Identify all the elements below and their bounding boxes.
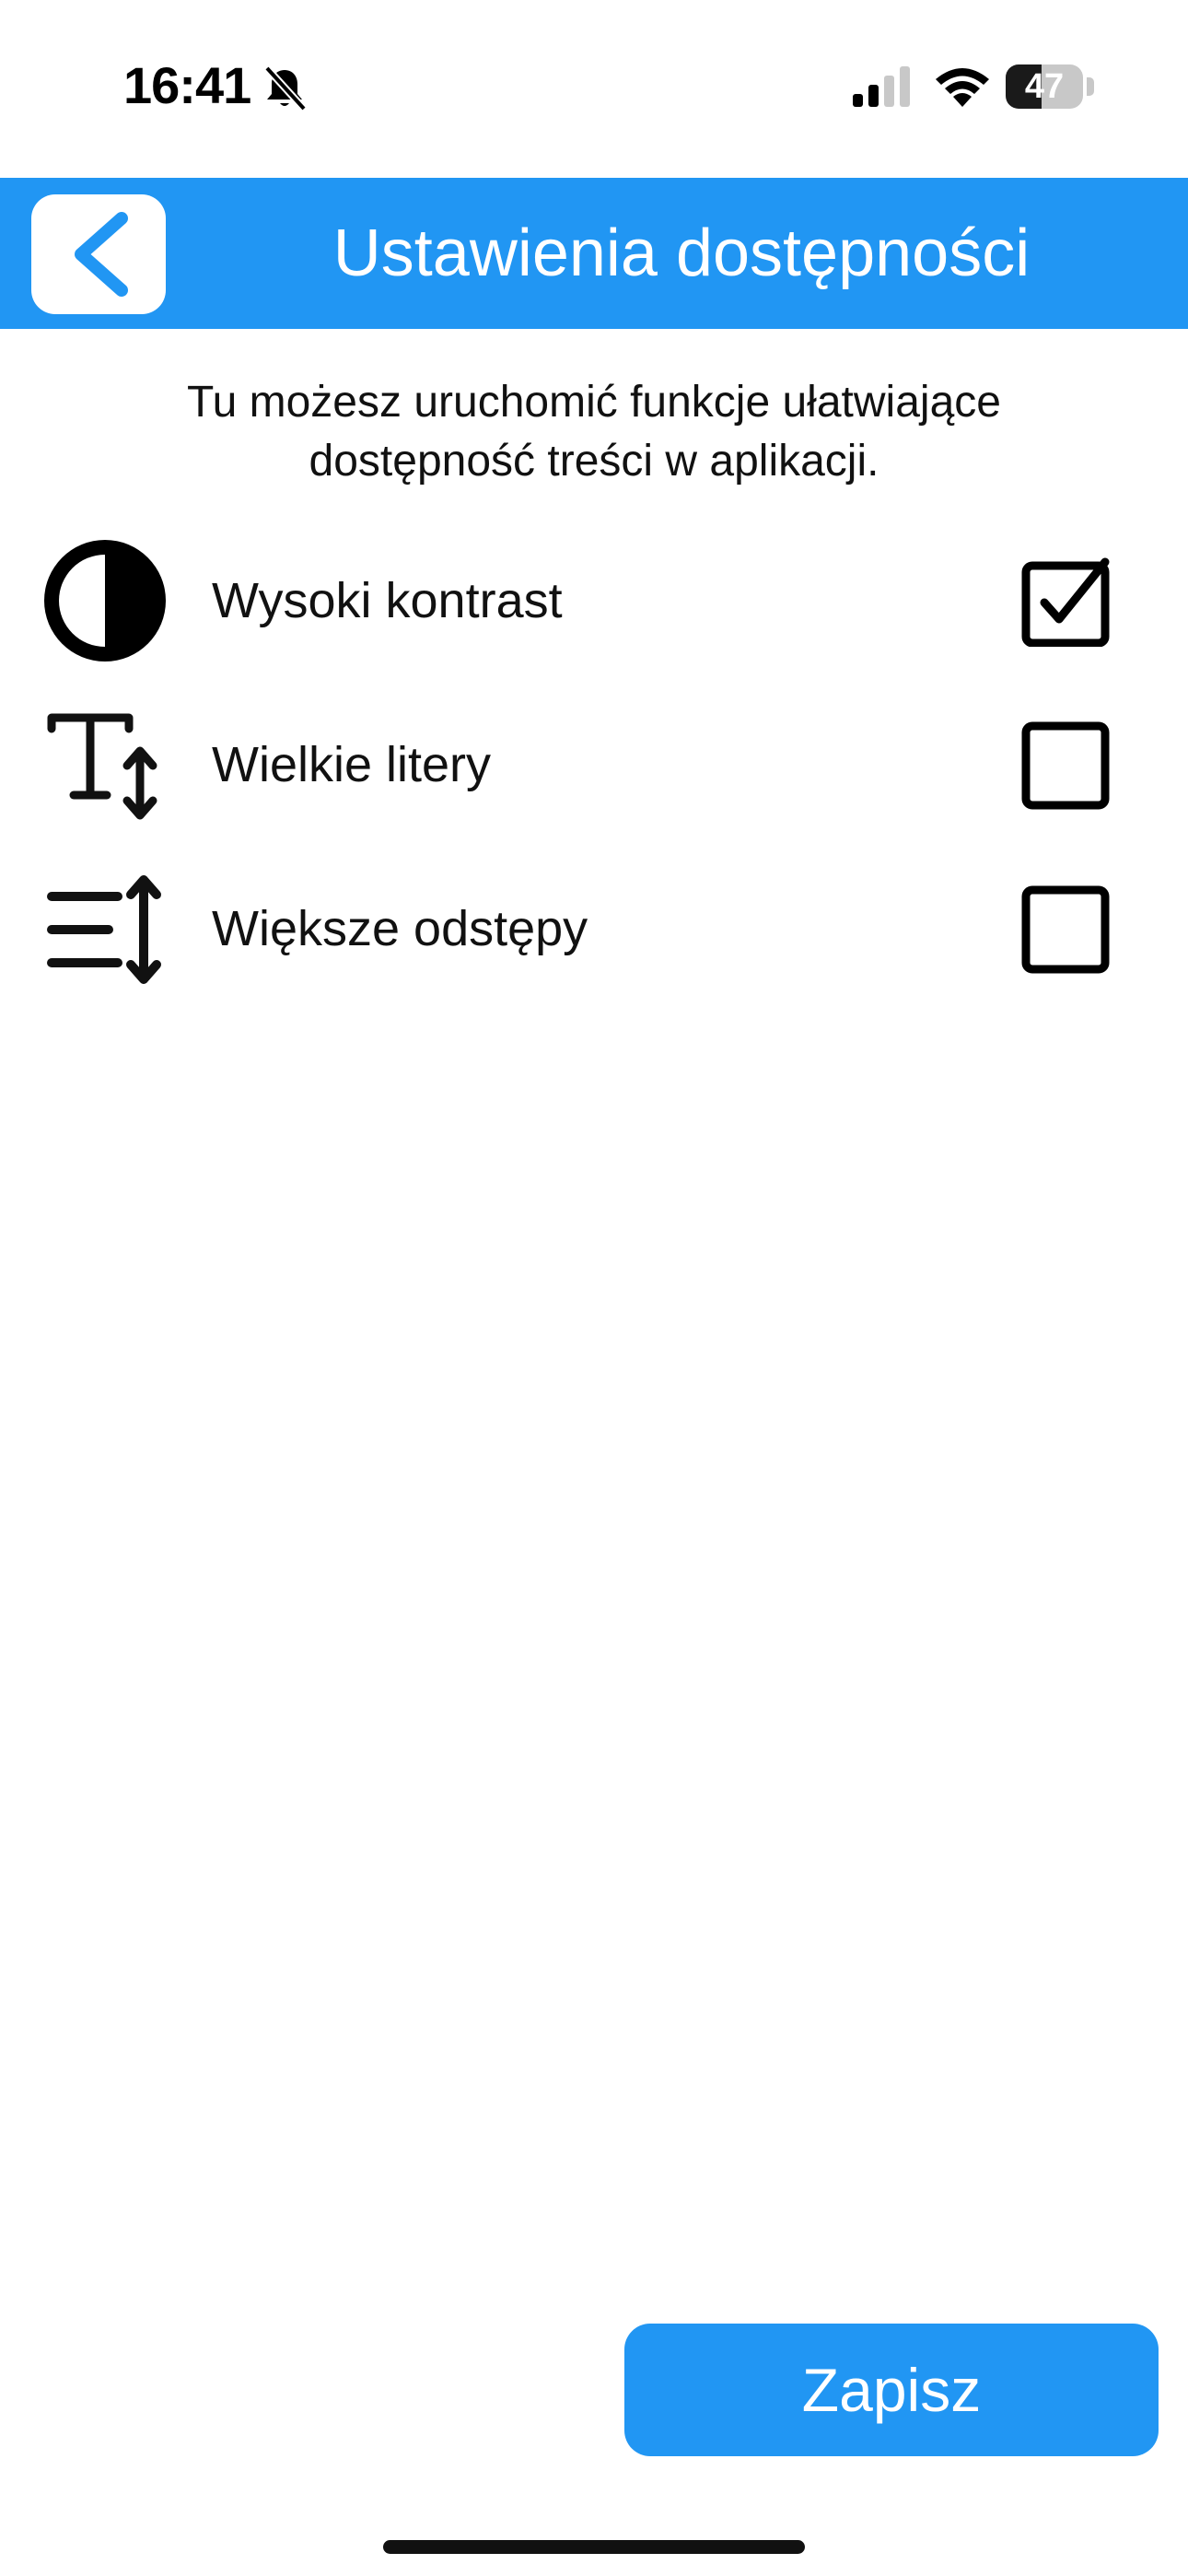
line-spacing-icon [47,875,161,984]
header-bar: Ustawienia dostępności [0,178,1188,329]
chevron-left-icon [75,212,128,297]
back-button[interactable] [31,194,166,314]
home-indicator [383,2540,805,2554]
checkbox-bigger-spacing[interactable] [1020,883,1112,975]
save-button[interactable]: Zapisz [624,2324,1159,2456]
battery-tip [1087,77,1094,96]
option-large-letters[interactable]: Wielkie litery [0,691,1188,838]
battery-label: 47 [1024,67,1065,106]
signal-icon [853,66,910,107]
checkbox-high-contrast[interactable] [1020,555,1112,647]
option-bigger-spacing[interactable]: Większe odstępy [0,855,1188,1002]
bell-slash-icon [264,65,307,111]
intro-text: Tu możesz uruchomić funkcje ułatwiające … [55,373,1133,491]
intro-line-2: dostępność treści w aplikacji. [309,437,879,486]
status-time: 16:41 [123,56,251,114]
intro-line-1: Tu możesz uruchomić funkcje ułatwiające [187,378,1001,427]
text-size-icon [47,713,157,820]
option-label-high-contrast: Wysoki kontrast [212,573,563,628]
status-bar: 16:41 47 [0,0,1188,175]
option-label-large-letters: Wielkie litery [212,737,492,792]
battery-icon: 47 [1006,64,1083,109]
option-label-bigger-spacing: Większe odstępy [212,901,588,956]
checkbox-large-letters[interactable] [1020,719,1112,811]
page-title: Ustawienia dostępności [332,217,1031,290]
wifi-icon [936,68,989,107]
option-high-contrast[interactable]: Wysoki kontrast [0,527,1188,674]
contrast-icon [44,540,166,662]
